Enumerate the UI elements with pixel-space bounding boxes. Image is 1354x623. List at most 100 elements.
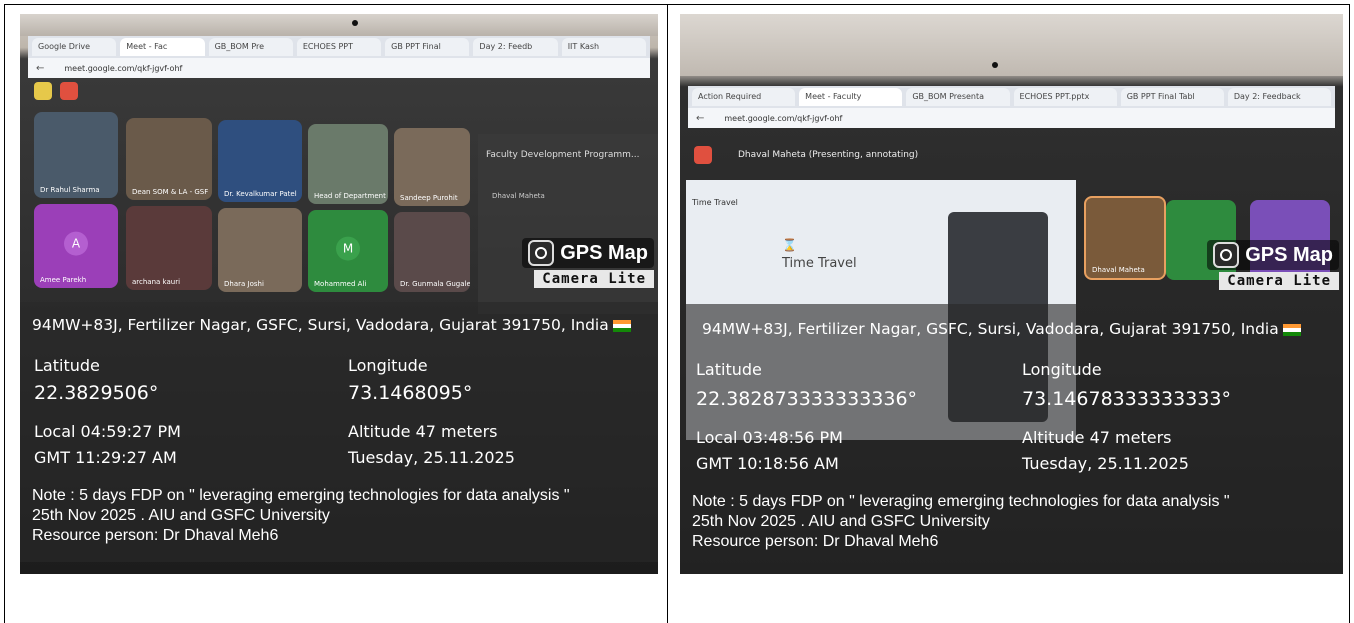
chat-panel-title: Faculty Development Programm... [486,150,640,160]
participant-tile[interactable]: archana kauri [126,206,212,290]
participant-tile[interactable]: Dr Rahul Sharma [34,112,118,198]
longitude-label: Longitude [348,356,428,375]
gps-camera-logo-icon [1213,242,1240,268]
address-url: meet.google.com/qkf-jgvf-ohf [64,63,183,73]
participant-tile[interactable]: Dr. Kevalkumar Patel [218,120,302,202]
participant-name: Mohammed Ali [314,280,367,288]
latitude-value: 22.382873333333336° [696,388,918,410]
participant-avatar: A [64,231,88,256]
browser-tab-strip: Action Required Meet - Faculty GB_BOM Pr… [688,86,1335,108]
note-line-3: Resource person: Dr Dhaval Meh6 [692,533,939,550]
date: Tuesday, 25.11.2025 [348,448,515,467]
browser-tab[interactable]: ECHOES PPT.pptx [1013,88,1117,106]
browser-tab[interactable]: GB_BOM Pre [208,38,293,56]
longitude-value: 73.1468095° [348,382,473,404]
gps-camera-logo-icon [528,240,555,266]
gps-app-subtitle: Camera Lite [1219,272,1339,290]
note-line-1: Note : 5 days FDP on " leveraging emergi… [32,487,570,504]
latitude-value: 22.3829506° [34,382,159,404]
browser-tab-active[interactable]: Meet - Faculty [799,88,903,106]
gps-app-title: GPS Map [1245,243,1333,266]
browser-tab[interactable]: Day 2: Feedb [473,38,558,56]
presenter-name: Dhaval Maheta [1092,266,1145,274]
latitude-label: Latitude [696,360,762,379]
gps-app-title: GPS Map [560,241,648,264]
browser-tab[interactable]: Action Required [692,88,796,106]
geo-address: 94MW+83J, Fertilizer Nagar, GSFC, Sursi,… [702,320,1301,338]
address-url: meet.google.com/qkf-jgvf-ohf [724,113,843,123]
note-line-2: 25th Nov 2025 . AIU and GSFC University [32,507,330,524]
browser-tab[interactable]: IIT Kash [561,38,646,56]
participant-tile[interactable]: Head of Department [308,124,388,204]
webcam-icon [992,62,998,68]
india-flag-icon [1282,323,1301,336]
browser-tab[interactable]: GB PPT Final Tabl [1120,88,1224,106]
participant-name: Sandeep Purohit [400,194,458,202]
geotagged-photo-left: Google Drive Meet - Fac GB_BOM Pre ECHOE… [20,14,658,574]
participant-name: Amee Parekh [40,276,87,284]
longitude-value: 73.14678333333333° [1022,388,1231,410]
browser-tab[interactable]: ECHOES PPT [296,38,382,56]
webcam-icon [352,20,358,26]
latitude-label: Latitude [34,356,100,375]
participant-tile[interactable]: A Amee Parekh [34,204,118,288]
participant-name: Head of Department [314,192,386,200]
back-arrow-icon[interactable]: ← [36,63,44,74]
geotagged-photo-right: Action Required Meet - Faculty GB_BOM Pr… [680,14,1343,574]
participant-tile[interactable]: Sandeep Purohit [394,128,470,206]
shared-doc-title: Time Travel [692,198,738,207]
address-bar[interactable]: ← meet.google.com/qkf-jgvf-ohf [28,58,650,78]
participant-name: Dr. Gunmala Gugale [400,280,470,288]
table-border-top [4,4,1350,5]
table-border-left [4,4,5,623]
altitude: Altitude 47 meters [348,422,498,441]
browser-tab[interactable]: Day 2: Feedback [1227,88,1332,106]
gps-map-camera-badge: GPS Map Camera Lite [522,238,654,288]
browser-tab[interactable]: GB_BOM Presenta [906,88,1010,106]
gmt-time: GMT 10:18:56 AM [696,454,839,473]
participant-name: Dr. Kevalkumar Patel [224,190,297,198]
note-line-3: Resource person: Dr Dhaval Meh6 [32,527,279,544]
local-time: Local 03:48:56 PM [696,428,843,447]
longitude-label: Longitude [1022,360,1102,379]
altitude: Altitude 47 meters [1022,428,1172,447]
folder-icon[interactable] [34,82,52,100]
back-arrow-icon[interactable]: ← [696,113,704,124]
participant-tile[interactable]: Dean SOM & LA - GSF [126,118,212,200]
browser-tab[interactable]: GB PPT Final [385,38,470,56]
gps-app-subtitle: Camera Lite [534,270,654,288]
chat-sender: Dhaval Maheta [492,192,545,200]
laptop-bezel [680,14,1343,76]
record-icon[interactable] [694,146,712,164]
presenter-banner: Dhaval Maheta (Presenting, annotating) [694,146,918,164]
address-bar[interactable]: ← meet.google.com/qkf-jgvf-ohf [688,108,1335,128]
slide-title: Time Travel [782,256,857,271]
participant-name: Dhara Joshi [224,280,264,288]
participant-name: Dr Rahul Sharma [40,186,100,194]
presenter-banner-text: Dhaval Maheta (Presenting, annotating) [738,150,919,160]
participant-tile[interactable]: Dr. Gunmala Gugale [394,212,470,292]
browser-tab[interactable]: Google Drive [32,38,117,56]
participant-name: archana kauri [132,278,181,286]
table-border-right [1349,4,1350,623]
date: Tuesday, 25.11.2025 [1022,454,1189,473]
geo-address: 94MW+83J, Fertilizer Nagar, GSFC, Sursi,… [32,316,631,334]
note-line-1: Note : 5 days FDP on " leveraging emergi… [692,493,1230,510]
record-icon[interactable] [60,82,78,100]
india-flag-icon [612,319,631,332]
meet-toolbar-icons [34,82,78,100]
gmt-time: GMT 11:29:27 AM [34,448,177,467]
gps-map-camera-badge: GPS Map Camera Lite [1207,240,1339,290]
local-time: Local 04:59:27 PM [34,422,181,441]
browser-tab-active[interactable]: Meet - Fac [120,38,205,56]
laptop-bezel [20,14,658,36]
participant-name: Dean SOM & LA - GSF [132,188,209,196]
hourglass-icon: ⌛ [782,238,797,252]
participant-tile[interactable]: M Mohammed Ali [308,210,388,292]
participant-tile[interactable]: Dhara Joshi [218,208,302,292]
presenter-tile[interactable]: Dhaval Maheta [1084,196,1166,280]
browser-tab-strip: Google Drive Meet - Fac GB_BOM Pre ECHOE… [28,36,650,58]
table-border-mid [667,4,668,623]
note-line-2: 25th Nov 2025 . AIU and GSFC University [692,513,990,530]
participant-avatar: M [336,236,360,261]
